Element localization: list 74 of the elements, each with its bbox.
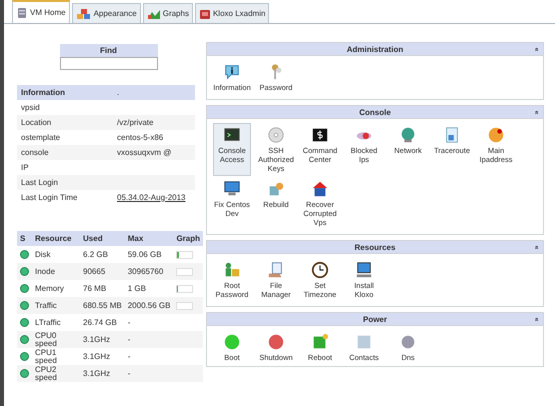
table-cell: 1 GB <box>124 280 174 297</box>
server-icon <box>16 6 28 18</box>
column-header: S <box>17 231 32 246</box>
panel-title: Power <box>362 315 387 324</box>
table-cell: 680.55 MB <box>80 297 125 314</box>
table-cell: 59.06 GB <box>124 246 174 263</box>
table-cell: 30965760 <box>124 263 174 280</box>
orb-icon <box>223 333 241 351</box>
table-cell: Last Login Time <box>17 190 113 205</box>
table-cell: centos-5-x86 <box>117 132 164 142</box>
globe-icon <box>399 126 417 144</box>
blocks-icon <box>76 8 92 20</box>
table-cell: 76 MB <box>80 280 125 297</box>
table-cell: console <box>17 145 113 160</box>
table-cell: Traffic <box>32 297 80 314</box>
panel-title: Console <box>359 108 391 117</box>
table-header: Information <box>17 85 113 100</box>
date-link[interactable]: 05.34.02-Aug-2013 <box>117 192 186 202</box>
table-cell: ostemplate <box>17 130 113 145</box>
table-cell: CPU1 speed <box>32 348 80 365</box>
document-icon <box>443 126 461 144</box>
usage-bar <box>176 284 194 292</box>
padlock-person-icon <box>223 261 241 279</box>
table-cell: Disk <box>32 246 80 263</box>
clock-icon <box>311 261 329 279</box>
table-cell: 2000.56 GB <box>124 297 174 314</box>
table-header: . <box>113 85 195 100</box>
disc-icon <box>267 126 285 144</box>
tab[interactable]: Appearance <box>72 3 141 23</box>
column-header: Resource <box>32 231 80 246</box>
find-header: Find <box>60 44 158 57</box>
table-cell: Memory <box>32 280 80 297</box>
usage-bar <box>176 250 194 258</box>
tab[interactable]: VM Home <box>12 0 70 23</box>
table-cell: vpsid <box>17 100 113 115</box>
monitor-icon <box>223 180 241 198</box>
table-cell: 6.2 GB <box>80 246 125 263</box>
package-icon <box>267 180 285 198</box>
table-cell: - <box>124 314 174 331</box>
computer-icon <box>355 261 373 279</box>
find-field[interactable] <box>60 57 158 70</box>
info-bubble-icon <box>223 63 241 81</box>
power-button-icon <box>311 333 329 351</box>
table-cell: 26.74 GB <box>80 314 125 331</box>
table-cell: vxossuqxvm @ <box>117 148 172 156</box>
orb-icon <box>267 333 285 351</box>
table-cell: /vz/private <box>117 118 154 126</box>
table-cell: 90665 <box>80 263 125 280</box>
table-cell: IP <box>17 160 113 175</box>
panel-title: Resources <box>354 243 396 252</box>
panel-title: Administration <box>346 45 404 54</box>
table-cell: Last Login <box>17 175 113 190</box>
column-header: Max <box>124 231 174 246</box>
column-header: Graph <box>173 231 203 246</box>
dollar-terminal-icon <box>311 126 329 144</box>
folder-icon <box>198 8 211 20</box>
table-cell: 3.1GHz <box>80 348 125 365</box>
tab[interactable]: Kloxo Lxadmin <box>194 3 270 23</box>
table-cell: - <box>124 365 174 382</box>
table-cell: Inode <box>32 263 80 280</box>
terminal-icon <box>223 126 241 144</box>
table-cell: CPU0 speed <box>32 331 80 348</box>
table-cell: 3.1GHz <box>80 331 125 348</box>
column-header: Used <box>80 231 125 246</box>
table-cell: LTraffic <box>32 314 80 331</box>
table-cell: 3.1GHz <box>80 365 125 382</box>
table-cell: - <box>124 348 174 365</box>
file-hand-icon <box>267 261 285 279</box>
house-icon <box>311 180 329 198</box>
chart-icon <box>146 8 161 20</box>
table-cell: - <box>124 331 174 348</box>
table-cell: Location <box>17 115 113 130</box>
tab[interactable]: Graphs <box>142 3 193 23</box>
table-cell: CPU2 speed <box>32 365 80 382</box>
